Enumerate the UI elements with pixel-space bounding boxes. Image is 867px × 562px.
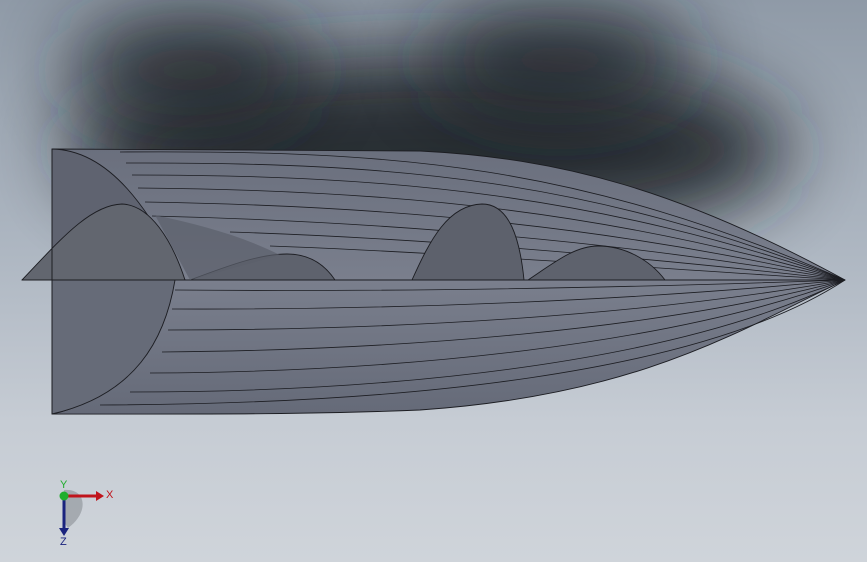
y-axis-dot: [59, 491, 69, 501]
graphics-viewport[interactable]: X Y Z: [0, 0, 867, 562]
x-axis-arrow: [96, 491, 104, 501]
model-view[interactable]: [0, 0, 867, 562]
x-axis-label: X: [106, 489, 114, 501]
z-axis-label: Z: [60, 536, 67, 548]
reference-triad[interactable]: X Y Z: [46, 478, 126, 548]
y-axis-label: Y: [60, 479, 68, 491]
z-axis-arrow: [59, 528, 69, 536]
